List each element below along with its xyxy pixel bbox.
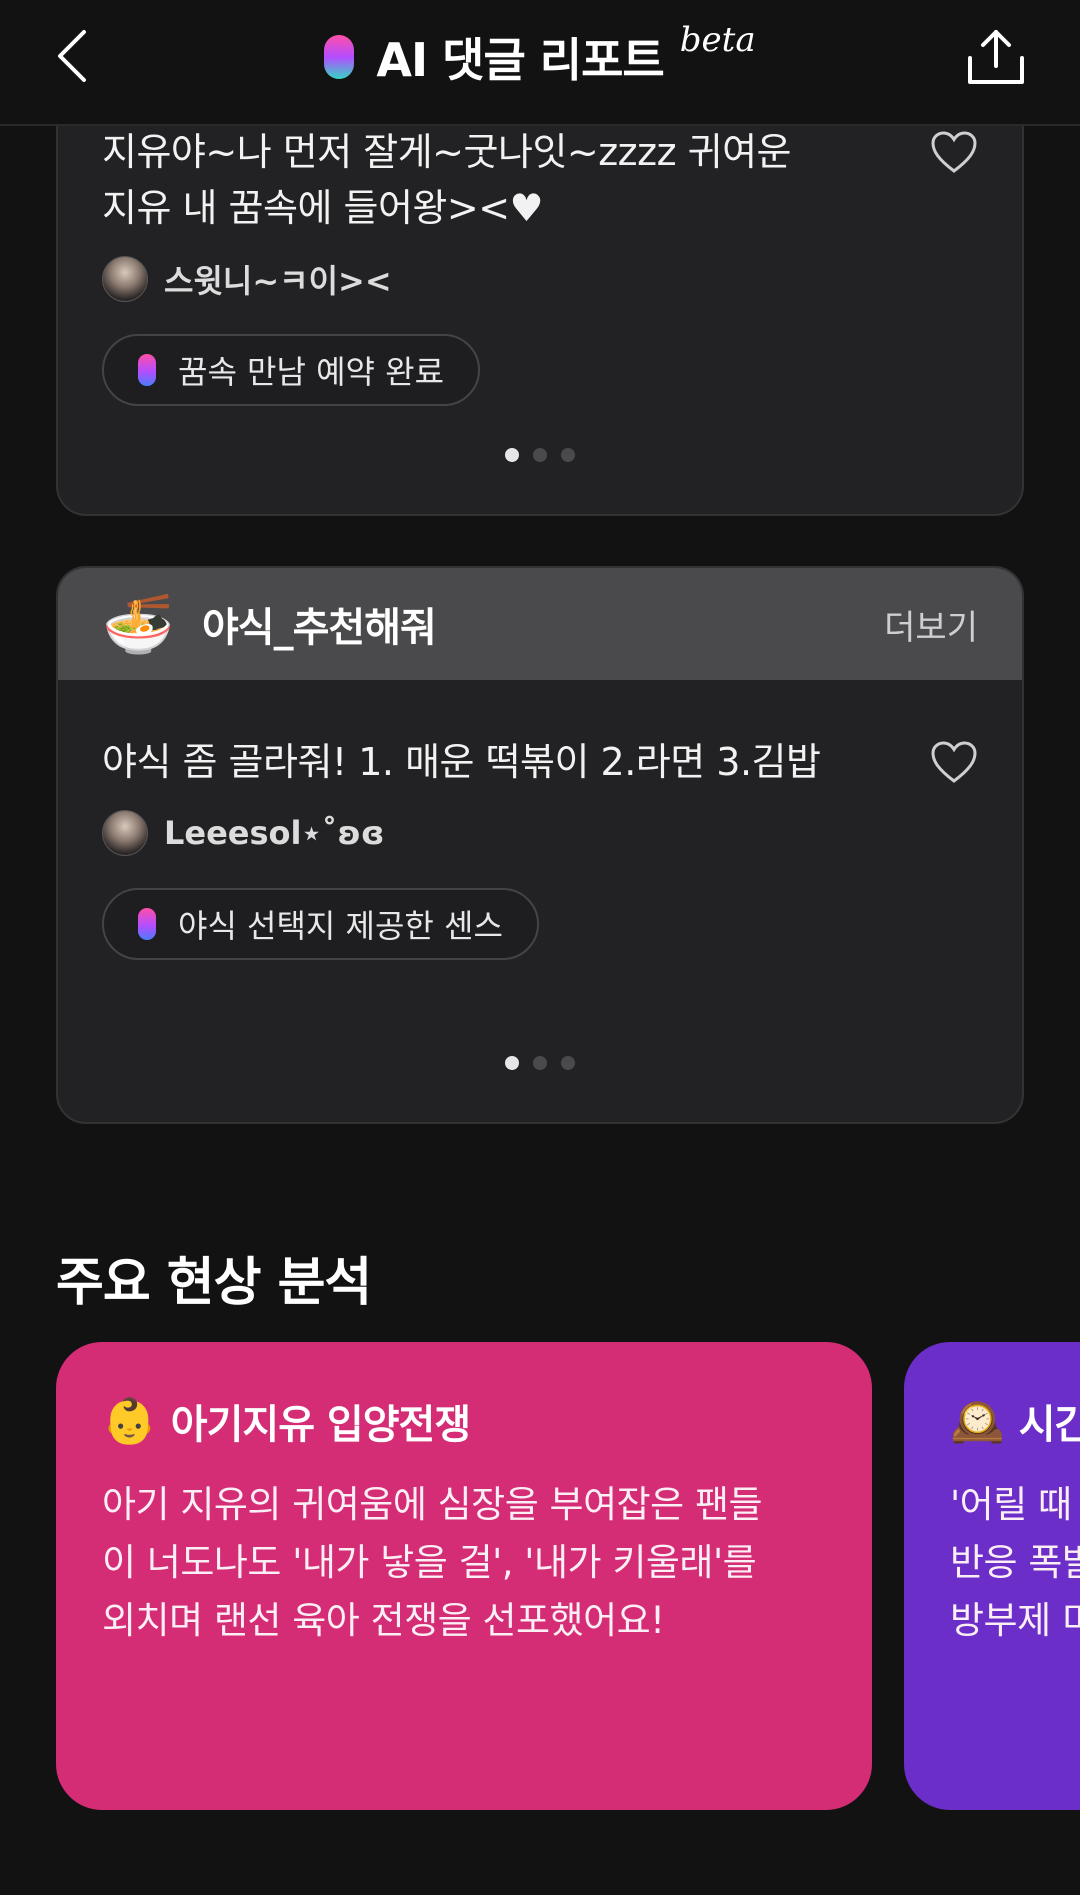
insight-body: 아기 지유의 귀여움에 심장을 부여잡은 팬들 이 너도나도 '내가 낳을 걸'… bbox=[102, 1476, 826, 1650]
topic-title: 야식_추천해줘 bbox=[202, 605, 437, 651]
comment-text: 지유야~나 먼저 잘게~굿나잇~zzzz 귀여운 지유 내 꿈속에 들어왕><♥ bbox=[102, 124, 902, 236]
insight-header: 👶 아기지유 입양전쟁 bbox=[102, 1392, 826, 1450]
insight-line: '어릴 때 bbox=[950, 1483, 1072, 1526]
ai-brand-icon bbox=[138, 908, 156, 940]
insight-body: '어릴 때 반응 폭발 방부제 미 bbox=[950, 1476, 1080, 1650]
app-header: AI 댓글 리포트 beta bbox=[0, 0, 1080, 126]
topic-card-header: 🍜 야식_추천해줘 더보기 bbox=[58, 568, 1022, 680]
author-row[interactable]: 스윗니~ㅋ이>< bbox=[102, 256, 392, 302]
pager-dot[interactable] bbox=[561, 1056, 575, 1070]
insight-header: 🕰️ 시간 bbox=[950, 1392, 1080, 1450]
report-page: 지유야~나 먼저 잘게~굿나잇~zzzz 귀여운 지유 내 꿈속에 들어왕><♥… bbox=[0, 0, 1080, 1895]
insight-title: 아기지유 입양전쟁 bbox=[170, 1402, 471, 1448]
page-title: AI 댓글 리포트 bbox=[376, 33, 664, 87]
pager-dot[interactable] bbox=[561, 448, 575, 462]
author-row[interactable]: Leeesol⋆˚ʚɞ bbox=[102, 810, 384, 856]
ramen-emoji: 🍜 bbox=[102, 589, 175, 658]
more-link[interactable]: 더보기 bbox=[884, 600, 978, 649]
ai-tag-text: 야식 선택지 제공한 센스 bbox=[178, 907, 503, 945]
ai-brand-icon bbox=[324, 35, 355, 79]
baby-emoji: 👶 bbox=[102, 1396, 157, 1447]
insight-line: 아기 지유의 귀여움에 심장을 부여잡은 팬들 bbox=[102, 1483, 763, 1526]
insight-title: 시간 bbox=[1018, 1402, 1080, 1448]
clock-emoji: 🕰️ bbox=[950, 1396, 1005, 1447]
header-title-group: AI 댓글 리포트 beta bbox=[0, 20, 1080, 92]
comment-card: 지유야~나 먼저 잘게~굿나잇~zzzz 귀여운 지유 내 꿈속에 들어왕><♥… bbox=[56, 80, 1024, 516]
comment-line: 지유야~나 먼저 잘게~굿나잇~zzzz 귀여운 bbox=[102, 130, 791, 174]
heart-outline-icon bbox=[931, 131, 977, 173]
avatar bbox=[102, 810, 148, 856]
share-button[interactable] bbox=[964, 24, 1028, 88]
ai-tag-pill: 야식 선택지 제공한 센스 bbox=[102, 888, 539, 960]
ai-tag-pill: 꿈속 만남 예약 완료 bbox=[102, 334, 481, 406]
pager-dot[interactable] bbox=[533, 1056, 547, 1070]
insight-card[interactable]: 🕰️ 시간 '어릴 때 반응 폭발 방부제 미 bbox=[904, 1342, 1080, 1810]
insight-line: 반응 폭발 bbox=[950, 1541, 1080, 1584]
pager-dot[interactable] bbox=[505, 448, 519, 462]
comment-text: 야식 좀 골라줘! 1. 매운 떡볶이 2.라면 3.김밥 bbox=[102, 740, 821, 784]
like-button[interactable] bbox=[930, 130, 978, 174]
author-name: Leeesol⋆˚ʚɞ bbox=[164, 814, 385, 852]
ai-brand-icon bbox=[138, 354, 156, 386]
carousel-pager[interactable] bbox=[58, 448, 1022, 462]
carousel-pager[interactable] bbox=[58, 1056, 1022, 1070]
insight-card[interactable]: 👶 아기지유 입양전쟁 아기 지유의 귀여움에 심장을 부여잡은 팬들 이 너도… bbox=[56, 1342, 872, 1810]
share-upload-icon bbox=[968, 30, 1024, 84]
comment-line: 지유 내 꿈속에 들어왕><♥ bbox=[102, 186, 544, 230]
topic-card: 🍜 야식_추천해줘 더보기 야식 좀 골라줘! 1. 매운 떡볶이 2.라면 3… bbox=[56, 566, 1024, 1124]
author-name: 스윗니~ㅋ이>< bbox=[164, 262, 392, 300]
ai-tag-text: 꿈속 만남 예약 완료 bbox=[178, 353, 445, 391]
insight-line: 방부제 미 bbox=[950, 1599, 1080, 1642]
pager-dot[interactable] bbox=[505, 1056, 519, 1070]
pager-dot[interactable] bbox=[533, 448, 547, 462]
section-title: 주요 현상 분석 bbox=[56, 1253, 372, 1313]
insight-line: 이 너도나도 '내가 낳을 걸', '내가 키울래'를 bbox=[102, 1541, 757, 1584]
insight-line: 외치며 랜선 육아 전쟁을 선포했어요! bbox=[102, 1599, 665, 1642]
avatar bbox=[102, 256, 148, 302]
beta-label: beta bbox=[679, 20, 756, 60]
heart-outline-icon bbox=[931, 741, 977, 783]
like-button[interactable] bbox=[930, 740, 978, 784]
